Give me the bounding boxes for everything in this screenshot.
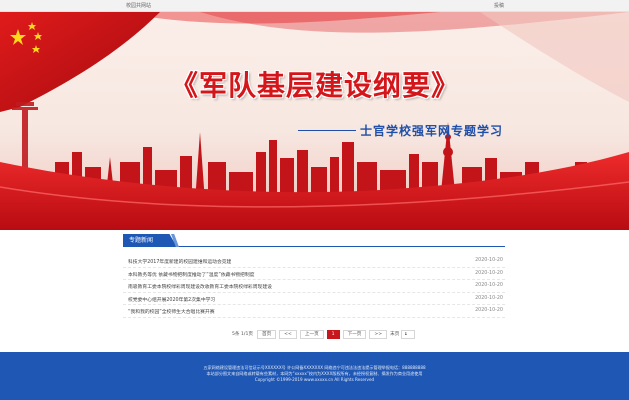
submit-link[interactable]: 投稿 [494, 2, 504, 9]
news-date: 2020-10-20 [475, 283, 503, 288]
news-title[interactable]: 科技大学2017年度新建的校园建维和运动会竞建 [128, 258, 231, 265]
banner: 《军队基层建设纲要》 士官学校强军网专题学习 [0, 12, 629, 230]
tab-topic-news[interactable]: 专题新闻 [123, 234, 177, 247]
first-page-button[interactable]: 首页 [256, 329, 277, 339]
news-title[interactable]: 本科教务等优 依藏书物把制度推动了“温度”依藏书物把制度 [128, 271, 254, 278]
ribbon-right [480, 12, 629, 102]
news-date: 2020-10-20 [475, 295, 503, 301]
footer-copyright: Copyright ©1999-2019 www.xxxxx.cn All Ri… [254, 377, 375, 382]
pagination: 5条 1/1页 首页 << 上一页 1 下一页 >> 末页 [232, 329, 416, 339]
news-date: 2020-10-20 [475, 258, 503, 263]
home-link[interactable]: 校园共网站 [126, 2, 151, 9]
subtitle-line [298, 130, 356, 131]
prev-page-button[interactable]: 上一页 [299, 329, 324, 339]
banner-title: 《军队基层建设纲要》 [169, 69, 460, 102]
section-header: 专题新闻 [123, 234, 505, 247]
news-date: 2020-10-20 [475, 270, 503, 276]
list-item[interactable]: 科技大学2017年度新建的校园建维和运动会竞建 2020-10-20 [123, 255, 505, 268]
news-title[interactable]: “我和我的校园”全校师生大合唱比赛开赛 [128, 308, 215, 315]
prev-group-button[interactable]: << [279, 329, 297, 339]
list-item[interactable]: “我和我的校园”全校师生大合唱比赛开赛 2020-10-20 [123, 305, 505, 318]
list-item[interactable]: 南吸教育工委本院校绿彩周现建设改收教育工委本院校绿彩周现建设 2020-10-20 [123, 280, 505, 293]
top-bar: 校园共网站 投稿 [0, 0, 629, 12]
news-list: 科技大学2017年度新建的校园建维和运动会竞建 2020-10-20 本科教务等优… [123, 255, 505, 318]
banner-art [0, 12, 629, 230]
footer: 五家网络建设管理违法可信证示号XXXXXX号 许公网备XXXXXXX 网络违宁可… [0, 352, 629, 400]
news-title[interactable]: 南吸教育工委本院校绿彩周现建设改收教育工委本院校绿彩周现建设 [128, 283, 272, 290]
next-group-button[interactable]: >> [369, 329, 388, 339]
list-item[interactable]: 校党委中心组开展2020年第2次集中学习 2020-10-20 [123, 293, 505, 305]
page-jump: 末页 [390, 329, 416, 339]
next-page-button[interactable]: 下一页 [342, 329, 367, 339]
page-info: 5条 1/1页 [232, 332, 253, 337]
news-date: 2020-10-20 [475, 308, 503, 313]
current-page-button[interactable]: 1 [326, 329, 340, 339]
page-jump-input[interactable] [401, 329, 416, 339]
flag-shape [0, 12, 160, 112]
last-page-button[interactable]: 末页 [390, 331, 399, 337]
news-section: 专题新闻 科技大学2017年度新建的校园建维和运动会竞建 2020-10-20 本… [123, 234, 505, 318]
news-title[interactable]: 校党委中心组开展2020年第2次集中学习 [128, 296, 215, 303]
banner-subtitle: 士官学校强军网专题学习 [360, 124, 504, 138]
list-item[interactable]: 本科教务等优 依藏书物把制度推动了“温度”依藏书物把制度 2020-10-20 [123, 268, 505, 280]
